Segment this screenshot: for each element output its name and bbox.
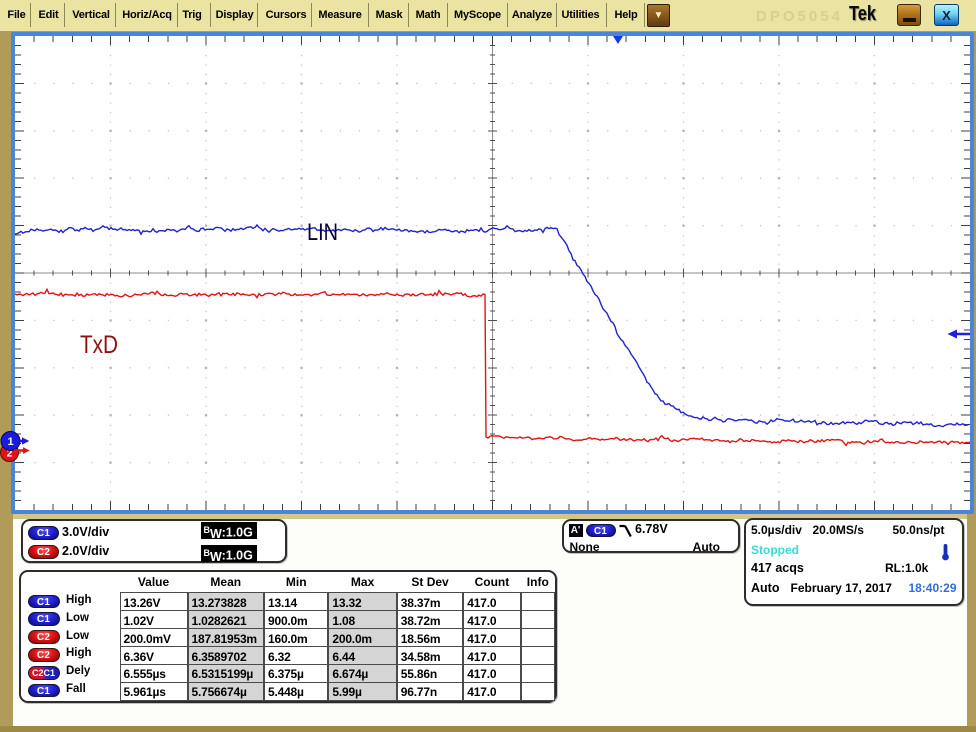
svg-text:TxD: TxD: [80, 331, 118, 359]
svg-text:1: 1: [7, 436, 13, 448]
svg-text:LIN: LIN: [307, 219, 338, 246]
